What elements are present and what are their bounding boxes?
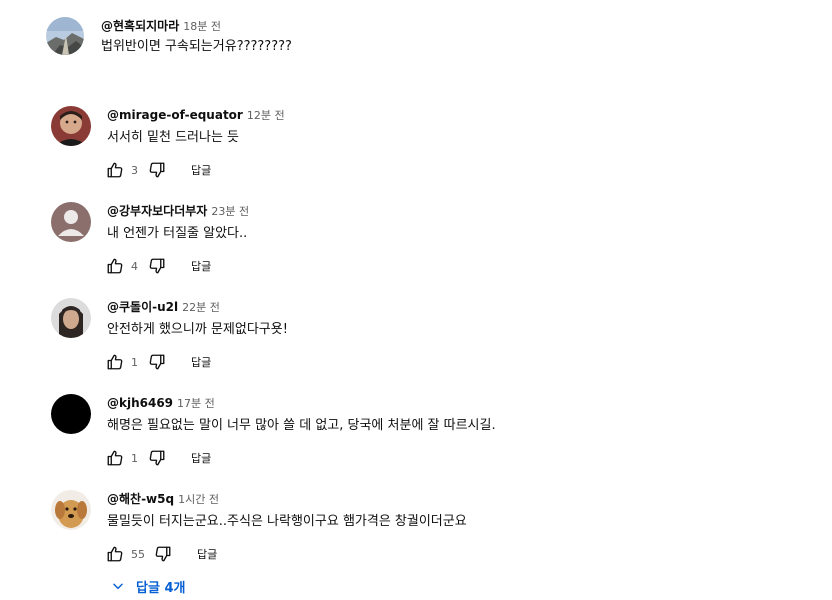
reply-timestamp[interactable]: 17분 전: [177, 397, 215, 410]
like-count: 1: [131, 451, 138, 465]
reply-header: @kjh6469 17분 전: [107, 394, 215, 412]
comment-thread: @현혹되지마라 18분 전 법위반이면 구속되는거유????????: [0, 0, 832, 90]
reply: @해찬-w5q 1시간 전 물밀듯이 터지는군요..주식은 나락행이구요 햄가격은…: [0, 480, 832, 576]
reply-author[interactable]: @강부자보다더부자: [107, 204, 207, 218]
reply-actions: 1 답글: [105, 352, 211, 372]
like-count: 3: [131, 163, 138, 177]
reply: @쿠돌이-u2l 22분 전 안전하게 했으니까 문제없다구욧! 1 답글: [0, 288, 832, 384]
avatar[interactable]: [46, 17, 84, 55]
reply-text: 해명은 필요없는 말이 너무 많아 쓸 데 없고, 당국에 처분에 잘 따르시길…: [107, 418, 496, 433]
thumbs-down-icon[interactable]: [147, 448, 167, 468]
comment-timestamp[interactable]: 18분 전: [183, 20, 221, 33]
avatar[interactable]: [51, 202, 91, 242]
reply-text: 물밀듯이 터지는군요..주식은 나락행이구요 햄가격은 창궐이더군요: [107, 514, 467, 529]
avatar-person-image: [51, 298, 91, 338]
reply: @mirage-of-equator 12분 전 서서히 밑천 드러나는 듯 3 …: [0, 96, 832, 192]
reply-actions: 1 답글: [105, 448, 211, 468]
show-more-replies-label: 답글 4개: [136, 580, 186, 596]
avatar[interactable]: [51, 394, 91, 434]
reply-header: @해찬-w5q 1시간 전: [107, 490, 219, 508]
reply-author[interactable]: @해찬-w5q: [107, 492, 174, 506]
reply-timestamp[interactable]: 1시간 전: [178, 493, 219, 506]
thumbs-up-icon[interactable]: [105, 160, 125, 180]
reply-header: @강부자보다더부자 23분 전: [107, 202, 249, 220]
like-count: 55: [131, 547, 145, 561]
avatar-landscape-image: [46, 17, 84, 55]
reply-author[interactable]: @쿠돌이-u2l: [107, 300, 178, 314]
thumbs-up-icon[interactable]: [105, 544, 125, 564]
reply-timestamp[interactable]: 23분 전: [211, 205, 249, 218]
default-avatar-icon: [51, 202, 91, 242]
avatar-blank-image: [51, 394, 91, 434]
thumbs-down-icon[interactable]: [147, 352, 167, 372]
reply-author[interactable]: @mirage-of-equator: [107, 108, 243, 122]
reply-header: @mirage-of-equator 12분 전: [107, 106, 285, 124]
comment-header: @현혹되지마라 18분 전: [101, 17, 221, 35]
reply-text: 내 언젠가 터질줄 알았다..: [107, 226, 248, 241]
thumbs-up-icon[interactable]: [105, 352, 125, 372]
show-more-replies-button[interactable]: 답글 4개: [110, 576, 185, 596]
avatar-person-image: [51, 106, 91, 146]
avatar[interactable]: [51, 106, 91, 146]
thumbs-up-icon[interactable]: [105, 448, 125, 468]
reply-timestamp[interactable]: 12분 전: [247, 109, 285, 122]
reply-author[interactable]: @kjh6469: [107, 396, 173, 410]
thumbs-down-icon[interactable]: [147, 160, 167, 180]
reply-actions: 4 답글: [105, 256, 211, 276]
reply-actions: 55 답글: [105, 544, 217, 564]
thumbs-down-icon[interactable]: [153, 544, 173, 564]
reply-text: 안전하게 했으니까 문제없다구욧!: [107, 322, 288, 337]
thumbs-up-icon[interactable]: [105, 256, 125, 276]
reply-button[interactable]: 답글: [197, 546, 217, 562]
reply-timestamp[interactable]: 22분 전: [182, 301, 220, 314]
reply-button[interactable]: 답글: [191, 450, 211, 466]
reply-button[interactable]: 답글: [191, 162, 211, 178]
reply-button[interactable]: 답글: [191, 258, 211, 274]
reply-text: 서서히 밑천 드러나는 듯: [107, 130, 239, 145]
avatar[interactable]: [51, 298, 91, 338]
reply-header: @쿠돌이-u2l 22분 전: [107, 298, 220, 316]
like-count: 1: [131, 355, 138, 369]
avatar-dog-image: [51, 490, 91, 530]
reply-button[interactable]: 답글: [191, 354, 211, 370]
reply: @강부자보다더부자 23분 전 내 언젠가 터질줄 알았다.. 4 답글: [0, 192, 832, 288]
reply-actions: 3 답글: [105, 160, 211, 180]
comment-author[interactable]: @현혹되지마라: [101, 19, 179, 33]
like-count: 4: [131, 259, 138, 273]
thumbs-down-icon[interactable]: [147, 256, 167, 276]
comment-text: 법위반이면 구속되는거유????????: [101, 39, 292, 54]
reply: @kjh6469 17분 전 해명은 필요없는 말이 너무 많아 쓸 데 없고, …: [0, 384, 832, 480]
chevron-down-icon: [110, 578, 126, 594]
avatar[interactable]: [51, 490, 91, 530]
